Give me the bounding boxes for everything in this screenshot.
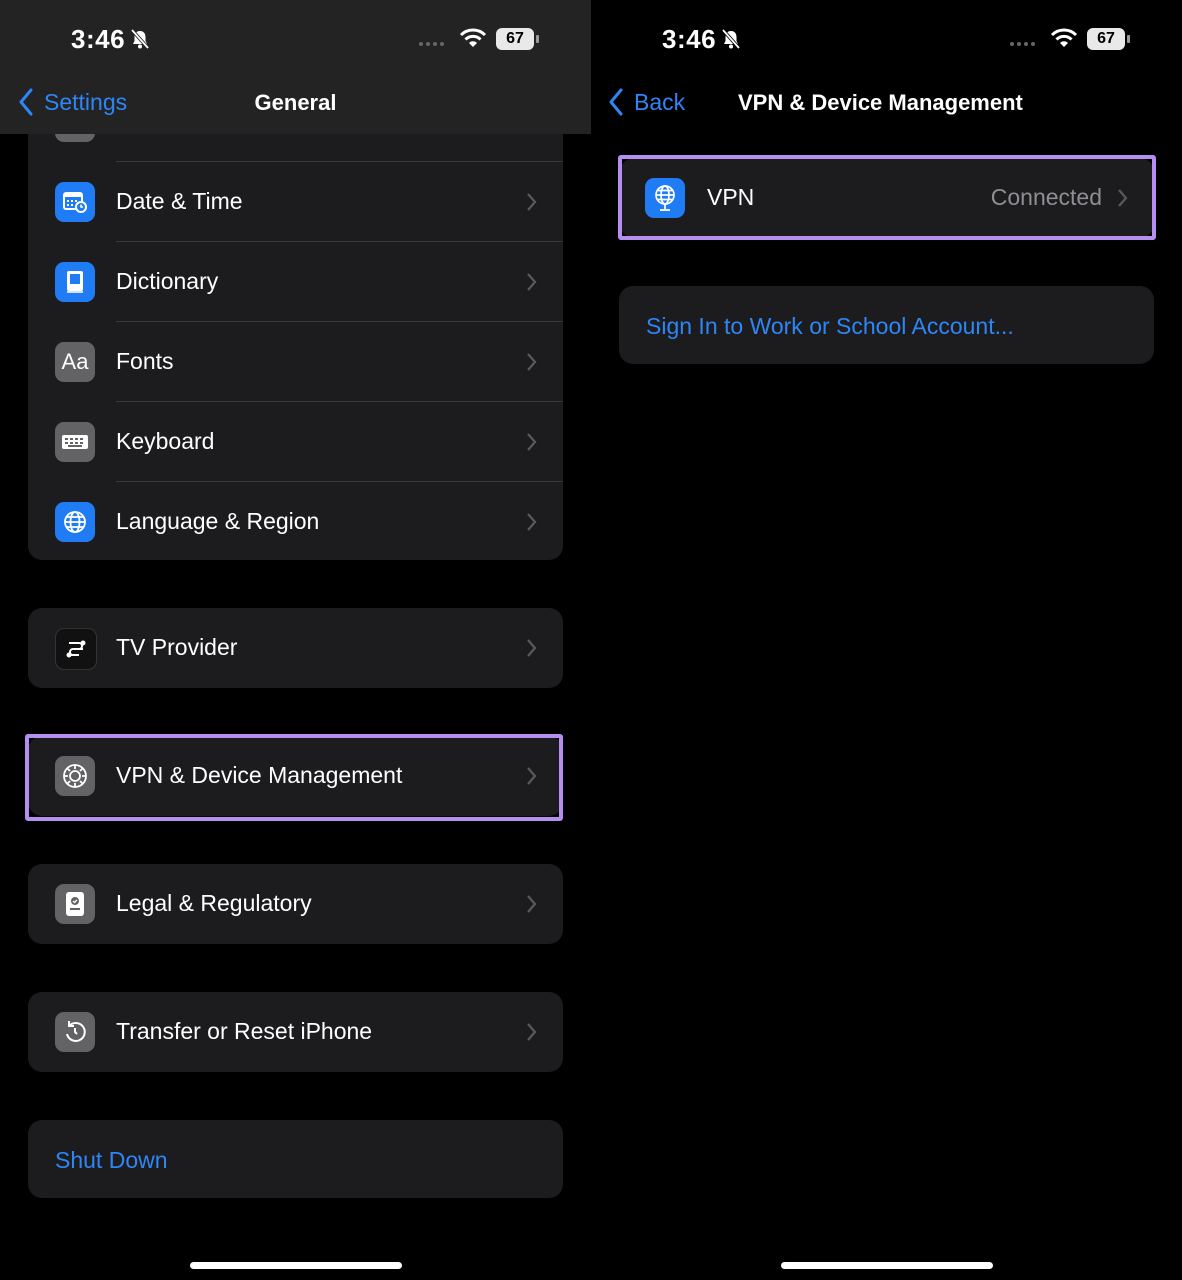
chevron-right-icon [527,1023,537,1041]
tv-provider-label: TV Provider [116,634,238,660]
tv-provider-row[interactable]: TV Provider [28,608,563,688]
chevron-left-icon [609,88,623,116]
book-icon [55,262,95,302]
tv-provider-group: TV Provider [28,608,563,688]
vpn-device-management-screen: 3:46 67 Back VPN & Device Management VPN… [591,0,1182,1280]
fonts-label: Fonts [116,348,174,374]
calendar-clock-icon [55,182,95,222]
status-time: 3:46 [71,24,126,54]
navigation-header: 3:46 67 Settings General [0,0,591,134]
chevron-right-icon [527,273,537,291]
legal-group: Legal & Regulatory [28,864,563,944]
transfer-reset-label: Transfer or Reset iPhone [116,1018,373,1044]
legal-regulatory-label: Legal & Regulatory [116,890,312,916]
general-group-main: Date & Time Dictionary Aa Fonts Keyboard… [28,100,563,560]
dictionary-row[interactable]: Dictionary [28,242,563,322]
battery-icon: 67 [1087,28,1131,50]
home-indicator [190,1262,402,1269]
wifi-icon [1050,28,1078,47]
highlight-box [618,155,1156,240]
battery-icon: 67 [496,28,540,50]
signal-dots-icon [419,42,444,46]
reset-icon [55,1012,95,1052]
battery-level: 67 [1087,28,1125,50]
page-title: VPN & Device Management [738,90,1023,115]
transfer-group: Transfer or Reset iPhone [28,992,563,1072]
home-indicator [781,1262,993,1269]
fonts-icon: Aa [55,342,95,382]
silent-bell-icon [130,28,150,50]
sign-in-work-school-button[interactable]: Sign In to Work or School Account... [646,313,1014,340]
battery-level: 67 [496,28,534,50]
keyboard-icon [55,422,95,462]
chevron-right-icon [527,353,537,371]
globe-icon [55,502,95,542]
fonts-row[interactable]: Aa Fonts [28,322,563,402]
wifi-icon [459,28,487,47]
legal-regulatory-row[interactable]: Legal & Regulatory [28,864,563,944]
status-time: 3:46 [662,24,717,54]
highlight-box [25,734,563,821]
chevron-right-icon [527,639,537,657]
back-button-label: Back [634,88,686,115]
date-time-label: Date & Time [116,188,243,214]
dictionary-label: Dictionary [116,268,219,294]
transfer-reset-row[interactable]: Transfer or Reset iPhone [28,992,563,1072]
shutdown-group: Shut Down [28,1120,563,1198]
page-title: General [254,90,337,115]
chevron-right-icon [527,433,537,451]
date-time-row[interactable]: Date & Time [28,162,563,242]
silent-bell-icon [721,28,741,50]
legal-document-icon [55,884,95,924]
chevron-right-icon [527,895,537,913]
chevron-right-icon [527,513,537,531]
shut-down-button[interactable]: Shut Down [55,1147,168,1174]
tv-provider-icon [55,628,97,670]
sign-in-group: Sign In to Work or School Account... [619,286,1154,364]
chevron-right-icon [527,193,537,211]
language-region-label: Language & Region [116,508,320,534]
signal-dots-icon [1010,42,1035,46]
language-region-row[interactable]: Language & Region [28,482,563,560]
back-button[interactable]: Back [608,88,685,116]
general-settings-screen: Date & Time Dictionary Aa Fonts Keyboard… [0,0,591,1280]
keyboard-row[interactable]: Keyboard [28,402,563,482]
keyboard-label: Keyboard [116,428,215,454]
